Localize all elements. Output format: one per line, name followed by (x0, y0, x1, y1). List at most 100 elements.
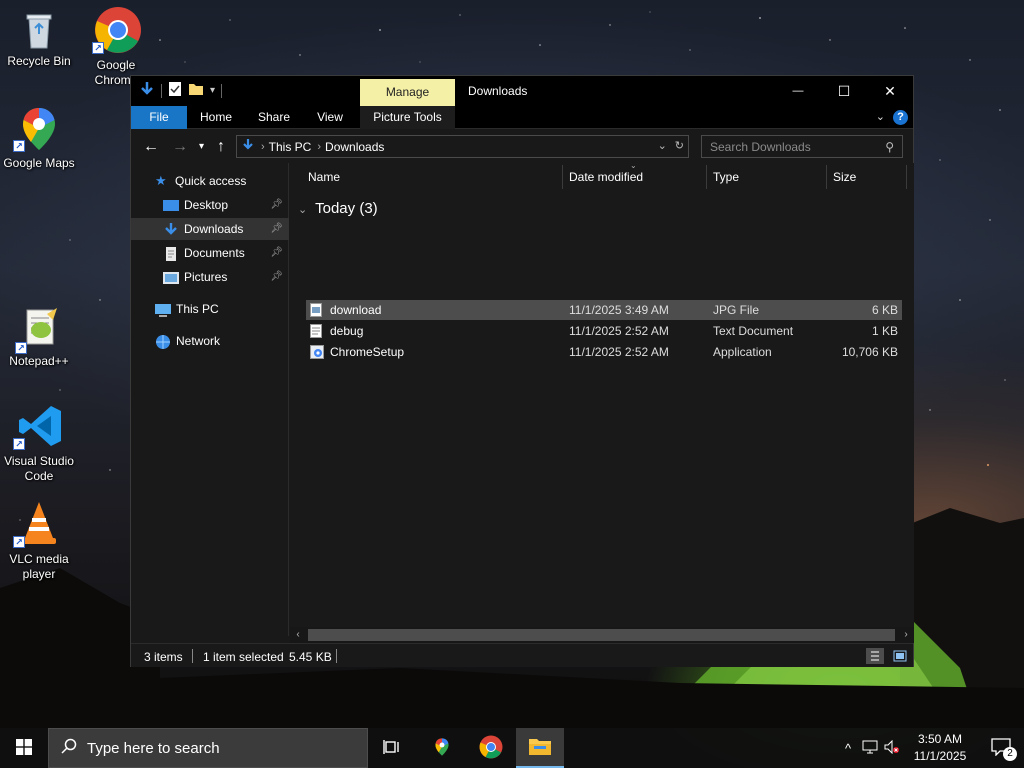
column-header-type[interactable]: Type (713, 170, 739, 184)
address-dropdown-icon[interactable]: ⌄ (658, 139, 667, 152)
up-button[interactable]: ↑ (217, 138, 225, 156)
nav-item-downloads[interactable]: Downloads 📌︎ (131, 218, 289, 240)
google-maps-icon: ↗ (13, 106, 61, 152)
nav-item-quick-access[interactable]: ★ Quick access (131, 170, 289, 192)
file-row-download[interactable]: download 11/1/2025 3:49 AM JPG File 6 KB (306, 300, 902, 320)
text-file-icon (310, 324, 322, 338)
scrollbar-thumb[interactable] (308, 629, 895, 641)
file-name: debug (330, 324, 364, 338)
file-list: ⌄ Name Date modified Type Size ⌄ Today (… (290, 161, 914, 636)
help-icon[interactable]: ? (893, 110, 908, 125)
recent-locations-icon[interactable]: ▾ (199, 141, 204, 152)
desktop-icon-google-maps[interactable]: ↗ Google Maps (0, 106, 78, 171)
expand-ribbon-icon[interactable]: ⌄ (876, 110, 885, 123)
taskbar-google-chrome[interactable] (467, 728, 515, 768)
shortcut-arrow-icon: ↗ (13, 438, 25, 450)
address-bar[interactable]: › This PC › Downloads ⌄ ↻ (236, 135, 689, 158)
desktop-icon-recycle-bin[interactable]: Recycle Bin (0, 8, 78, 69)
network-icon (155, 334, 171, 349)
maximize-button[interactable]: ☐ (821, 76, 867, 106)
scroll-left-icon[interactable]: ‹ (290, 627, 306, 643)
refresh-icon[interactable]: ↻ (675, 139, 684, 152)
breadcrumb-this-pc[interactable]: This PC (269, 140, 312, 154)
close-button[interactable]: ✕ (867, 76, 913, 106)
column-header-name[interactable]: Name (308, 170, 340, 184)
collapse-group-icon[interactable]: ⌄ (298, 204, 307, 216)
taskbar: Type here to search ^ 3:50 AM 11/1/2025 … (0, 728, 1024, 768)
task-view-button[interactable] (368, 728, 416, 768)
file-size: 1 KB (871, 324, 898, 338)
desktop-icon-label: Recycle Bin (7, 54, 71, 68)
status-item-count: 3 items (144, 650, 183, 664)
group-header-today[interactable]: ⌄ Today (3) (298, 200, 378, 217)
desktop-icon-notepad-plus-plus[interactable]: ↗ Notepad++ (0, 306, 78, 369)
back-button[interactable]: ← (143, 138, 159, 156)
breadcrumb-downloads[interactable]: Downloads (325, 140, 384, 154)
column-divider[interactable] (906, 165, 907, 189)
search-icon[interactable]: ⚲ (885, 140, 894, 154)
nav-item-this-pc[interactable]: This PC (131, 298, 289, 320)
taskbar-google-maps[interactable] (418, 728, 466, 768)
desktop-icon-label: VLC media player (9, 552, 69, 581)
notification-count-badge: 2 (1003, 746, 1017, 761)
search-box[interactable]: ⚲ (701, 135, 903, 158)
nav-item-label: This PC (176, 302, 219, 316)
scroll-right-icon[interactable]: › (898, 627, 914, 643)
column-header-size[interactable]: Size (833, 170, 856, 184)
horizontal-scrollbar[interactable]: ‹ › (290, 627, 914, 643)
window-title: Downloads (468, 84, 528, 98)
nav-item-documents[interactable]: Documents 📌︎ (131, 242, 289, 264)
maximize-icon: ☐ (837, 82, 851, 99)
toolbar-separator (161, 83, 162, 98)
file-row-chromesetup[interactable]: ChromeSetup 11/1/2025 2:52 AM Applicatio… (306, 342, 902, 362)
volume-muted-icon[interactable] (884, 739, 904, 757)
tab-home[interactable]: Home (191, 106, 241, 129)
desktop-icon-label: Visual Studio Code (4, 454, 74, 483)
column-divider[interactable] (826, 165, 827, 189)
taskbar-clock[interactable]: 3:50 AM 11/1/2025 (905, 731, 975, 765)
tab-view[interactable]: View (307, 106, 353, 129)
column-divider[interactable] (706, 165, 707, 189)
desktop-icon-label: Google Maps (3, 156, 75, 170)
column-divider[interactable] (562, 165, 563, 189)
tab-file[interactable]: File (131, 106, 187, 129)
nav-item-pictures[interactable]: Pictures 📌︎ (131, 266, 289, 288)
search-input[interactable] (702, 136, 872, 157)
tab-share[interactable]: Share (249, 106, 299, 129)
pin-icon[interactable]: 📌︎ (270, 266, 283, 288)
chrome-icon: ↗ (92, 6, 141, 54)
new-folder-icon[interactable] (188, 81, 204, 100)
nav-item-network[interactable]: Network (131, 330, 289, 352)
details-view-icon[interactable] (866, 648, 884, 664)
show-hidden-icons-icon[interactable]: ^ (838, 741, 858, 756)
shortcut-arrow-icon: ↗ (15, 342, 27, 354)
desktop-icon-label: Notepad++ (9, 354, 69, 368)
star-icon: ★ (155, 173, 167, 188)
title-bar[interactable]: ▾ Manage Downloads — ☐ ✕ (131, 76, 913, 106)
properties-icon[interactable] (168, 81, 182, 100)
minimize-button[interactable]: — (775, 76, 821, 106)
tab-manage[interactable]: Manage (360, 79, 455, 106)
pin-icon[interactable]: 📌︎ (270, 242, 283, 264)
column-header-date-modified[interactable]: Date modified (569, 170, 643, 184)
desktop-icon-vlc-media-player[interactable]: ↗ VLC media player (0, 500, 78, 582)
action-center-button[interactable]: 2 (978, 728, 1024, 768)
nav-item-desktop[interactable]: Desktop 📌︎ (131, 194, 289, 216)
recycle-bin-icon (17, 8, 61, 52)
window-controls: — ☐ ✕ (775, 76, 913, 106)
file-row-debug[interactable]: debug 11/1/2025 2:52 AM Text Document 1 … (306, 321, 902, 341)
start-button[interactable] (0, 728, 48, 768)
large-icons-view-icon[interactable] (891, 648, 909, 664)
taskbar-search-box[interactable]: Type here to search (48, 728, 368, 768)
desktop-icon-visual-studio-code[interactable]: ↗ Visual Studio Code (0, 402, 78, 484)
taskbar-file-explorer[interactable] (516, 728, 564, 768)
customize-toolbar-icon[interactable]: ▾ (210, 85, 215, 96)
pin-icon[interactable]: 📌︎ (270, 194, 283, 216)
file-date: 11/1/2025 3:49 AM (569, 303, 669, 317)
tab-picture-tools[interactable]: Picture Tools (360, 106, 455, 129)
file-date: 11/1/2025 2:52 AM (569, 324, 669, 338)
file-name: ChromeSetup (330, 345, 405, 359)
pin-icon[interactable]: 📌︎ (270, 218, 283, 240)
forward-button[interactable]: → (172, 138, 188, 156)
network-status-icon[interactable] (862, 740, 882, 757)
